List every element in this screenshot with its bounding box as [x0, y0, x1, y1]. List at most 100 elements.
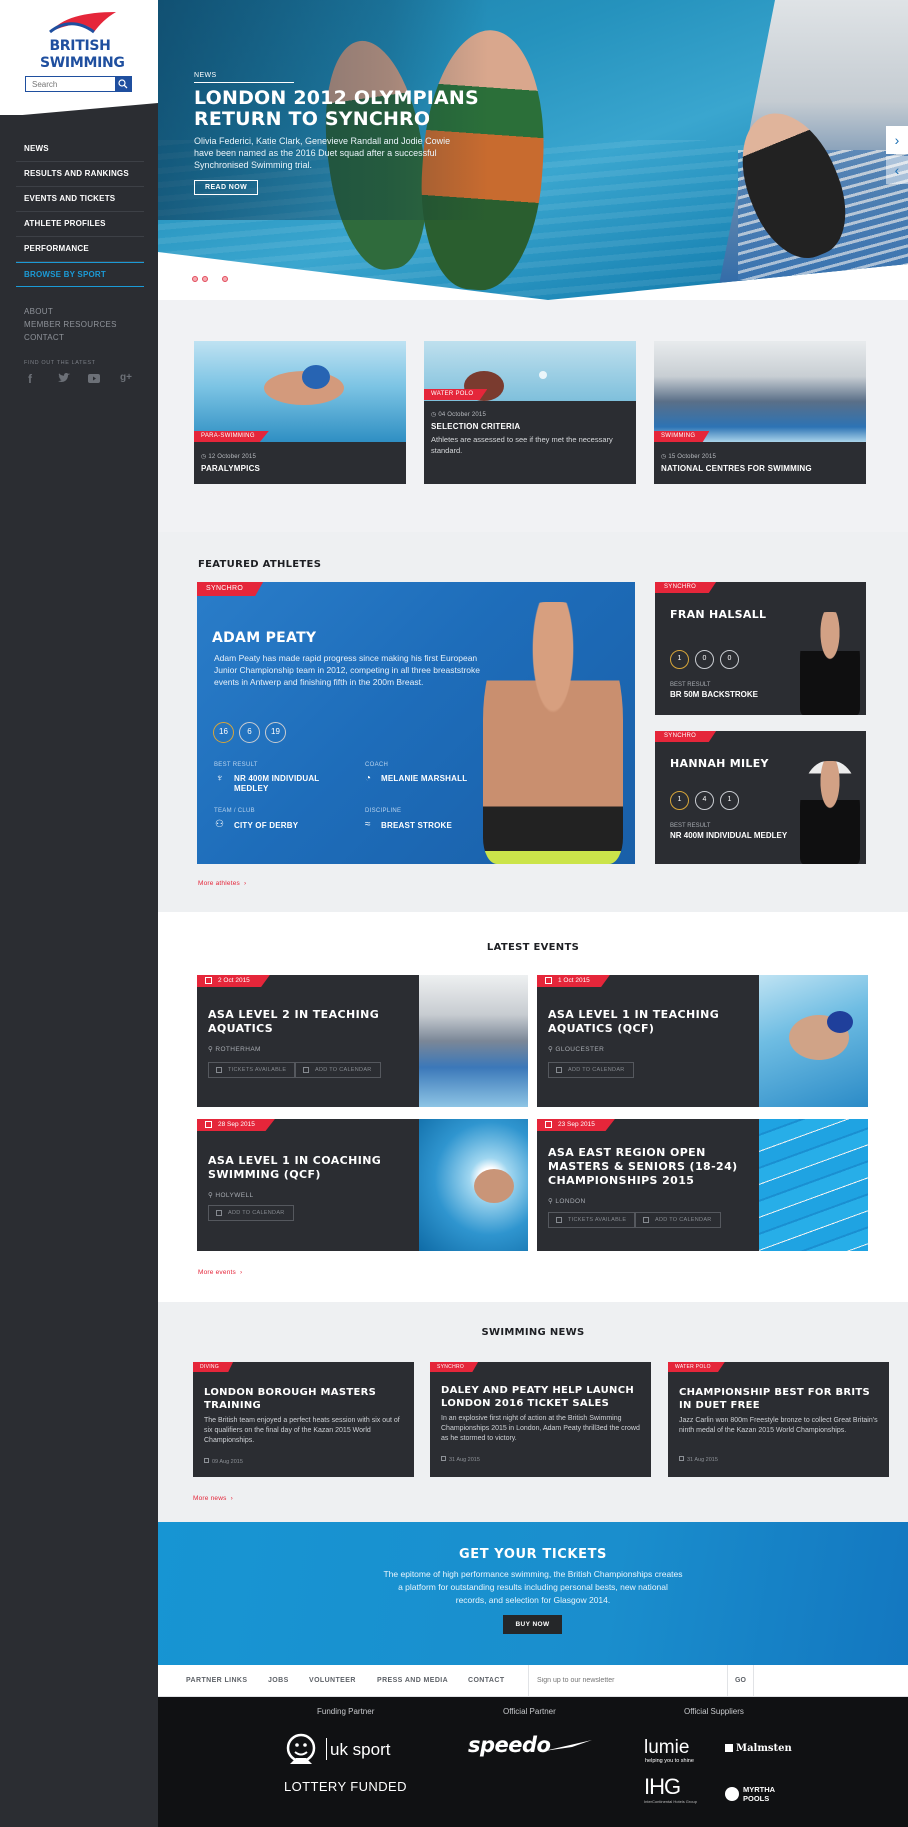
lottery-hand-icon [286, 1733, 316, 1764]
event-title: ASA LEVEL 2 IN TEACHING AQUATICS [208, 1008, 380, 1035]
featured-athlete-card[interactable]: SYNCHRO FRAN HALSALL 1 0 0 BEST RESULT B… [655, 582, 866, 715]
carousel-dot[interactable] [222, 276, 228, 282]
tickets-available-button[interactable]: TICKETS AVAILABLE [208, 1062, 296, 1078]
article-tag: SYNCHRO [430, 1362, 479, 1372]
card-tag: WATER POLO [424, 389, 488, 400]
team-icon: ⚇ [215, 819, 224, 830]
footer-link-volunteer[interactable]: VOLUNTEER [309, 1665, 356, 1697]
event-image [419, 975, 528, 1107]
ihg-logo[interactable]: IHG InterContinental Hotels Group [644, 1774, 709, 1806]
article-date: 31 Aug 2015 [679, 1456, 718, 1463]
footer-links-bar: PARTNER LINKS JOBS VOLUNTEER PRESS AND M… [158, 1665, 908, 1697]
best-result-value: NR 400M INDIVIDUAL MEDLEY [670, 831, 788, 840]
news-card-selection-criteria[interactable]: WATER POLO ◷ 04 October 2015 SELECTION C… [424, 341, 636, 484]
tickets-available-button[interactable]: TICKETS AVAILABLE [548, 1212, 636, 1228]
prev-slide-chevron-left-icon[interactable]: ‹ [886, 156, 908, 184]
carousel-dot-active[interactable] [212, 276, 218, 282]
nav-item-performance[interactable]: PERFORMANCE [16, 237, 144, 262]
article-tag: DIVING [193, 1362, 234, 1372]
calendar-icon [216, 1210, 222, 1216]
footer-link-press-media[interactable]: PRESS AND MEDIA [377, 1665, 448, 1697]
athlete-tag: SYNCHRO [655, 731, 717, 742]
featured-athlete-main[interactable]: SYNCHRO ADAM PEATY Adam Peaty has made r… [197, 582, 635, 864]
tickets-description: The epitome of high performance swimming… [383, 1569, 683, 1605]
event-card[interactable]: 1 Oct 2015 ASA LEVEL 1 IN TEACHING AQUAT… [537, 975, 868, 1107]
article-title: DALEY AND PEATY HELP LAUNCH LONDON 2016 … [441, 1385, 635, 1409]
brand-line-1: BRITISH [49, 38, 111, 54]
search-input[interactable] [26, 77, 114, 91]
carousel-dot[interactable] [192, 276, 198, 282]
search-button[interactable] [115, 77, 131, 91]
nav-item-browse-by-sport[interactable]: BROWSE BY SPORT [16, 262, 144, 287]
news-card-national-centres[interactable]: SWIMMING ◷ 15 October 2015 NATIONAL CENT… [654, 341, 866, 484]
logo-area: BRITISH SWIMMING [0, 0, 158, 115]
myrtha-pools-logo[interactable]: MYRTHA POOLS [725, 1785, 795, 1809]
calendar-icon [205, 977, 212, 984]
swoosh-icon [49, 12, 116, 34]
swimming-news-section: SWIMMING NEWS DIVING LONDON BOROUGH MAST… [158, 1302, 908, 1522]
footer-link-jobs[interactable]: JOBS [268, 1665, 289, 1697]
athlete-name: ADAM PEATY [212, 630, 317, 646]
event-date: 2 Oct 2015 [197, 975, 270, 987]
newsletter-go-button[interactable]: GO [728, 1665, 754, 1697]
more-athletes-link[interactable]: More athletes › [198, 880, 246, 887]
next-slide-chevron-right-icon[interactable]: › [886, 126, 908, 154]
add-to-calendar-button[interactable]: ADD TO CALENDAR [295, 1062, 381, 1078]
nav-item-results[interactable]: RESULTS AND RANKINGS [16, 162, 144, 187]
footer-link-partner-links[interactable]: PARTNER LINKS [186, 1665, 247, 1697]
youtube-icon[interactable] [88, 372, 100, 386]
news-article-card[interactable]: DIVING LONDON BOROUGH MASTERS TRAINING T… [193, 1362, 414, 1477]
calendar-icon [205, 1121, 212, 1128]
event-location: ⚲ LONDON [548, 1198, 586, 1205]
bronze-medal-count: 1 [720, 791, 739, 810]
more-news-link[interactable]: More news › [193, 1495, 233, 1502]
british-swimming-logo[interactable]: BRITISH SWIMMING [40, 10, 125, 71]
event-card[interactable]: 2 Oct 2015 ASA LEVEL 2 IN TEACHING AQUAT… [197, 975, 528, 1107]
bronze-medal-count: 19 [265, 722, 286, 743]
add-to-calendar-button[interactable]: ADD TO CALENDAR [635, 1212, 721, 1228]
lumie-tagline: helping you to shine [645, 1758, 694, 1764]
calendar-icon [441, 1456, 446, 1461]
news-article-card[interactable]: SYNCHRO DALEY AND PEATY HELP LAUNCH LOND… [430, 1362, 651, 1477]
ihg-text: IHG [644, 1774, 681, 1799]
carousel-dot[interactable] [202, 276, 208, 282]
sec-item-member-resources[interactable]: MEMBER RESOURCES [24, 318, 117, 331]
event-card[interactable]: 23 Sep 2015 ASA EAST REGION OPEN MASTERS… [537, 1119, 868, 1251]
athlete-bio: Adam Peaty has made rapid progress since… [214, 653, 481, 687]
nav-item-athletes[interactable]: ATHLETE PROFILES [16, 212, 144, 237]
lumie-logo[interactable]: lumie helping you to shine [644, 1737, 709, 1767]
card-image [654, 341, 866, 442]
gold-medal-count: 1 [670, 650, 689, 669]
event-card[interactable]: 28 Sep 2015 ASA LEVEL 1 IN COACHING SWIM… [197, 1119, 528, 1251]
add-to-calendar-button[interactable]: ADD TO CALENDAR [548, 1062, 634, 1078]
malmsten-mark-icon [725, 1744, 733, 1752]
lumie-text: lumie [644, 1737, 690, 1758]
twitter-icon[interactable] [58, 372, 70, 386]
event-date: 1 Oct 2015 [537, 975, 610, 987]
sec-item-about[interactable]: ABOUT [24, 305, 117, 318]
footer-link-contact[interactable]: CONTACT [468, 1665, 505, 1697]
sec-item-contact[interactable]: CONTACT [24, 331, 117, 344]
read-now-button[interactable]: READ NOW [194, 180, 259, 195]
facebook-icon[interactable]: f [28, 372, 32, 386]
speedo-boomerang-icon [544, 1740, 592, 1751]
malmsten-logo[interactable]: Malmsten [725, 1743, 795, 1759]
speedo-logo[interactable]: speedo [468, 1733, 593, 1759]
nav-item-news[interactable]: NEWS [16, 137, 144, 162]
buy-now-button[interactable]: BUY NOW [503, 1615, 562, 1634]
news-article-card[interactable]: WATER POLO CHAMPIONSHIP BEST FOR BRITS I… [668, 1362, 889, 1477]
trophy-icon: ♆ [216, 773, 224, 784]
news-card-paralympics[interactable]: PARA-SWIMMING ◷ 12 October 2015 PARALYMP… [194, 341, 406, 484]
club-value: CITY OF DERBY [234, 821, 299, 830]
featured-athlete-card[interactable]: SYNCHRO HANNAH MILEY 1 4 1 BEST RESULT N… [655, 731, 866, 864]
gold-medal-count: 16 [213, 722, 234, 743]
event-location: ⚲ GLOUCESTER [548, 1046, 605, 1053]
section-title: FEATURED ATHLETES [198, 559, 322, 570]
more-events-link[interactable]: More events › [198, 1269, 242, 1276]
bronze-medal-count: 0 [720, 650, 739, 669]
nav-item-events[interactable]: EVENTS AND TICKETS [16, 187, 144, 212]
add-to-calendar-button[interactable]: ADD TO CALENDAR [208, 1205, 294, 1221]
google-plus-icon[interactable]: g+ [120, 372, 132, 383]
newsletter-input[interactable] [529, 1665, 727, 1695]
best-result-value: BR 50M BACKSTROKE [670, 690, 759, 699]
